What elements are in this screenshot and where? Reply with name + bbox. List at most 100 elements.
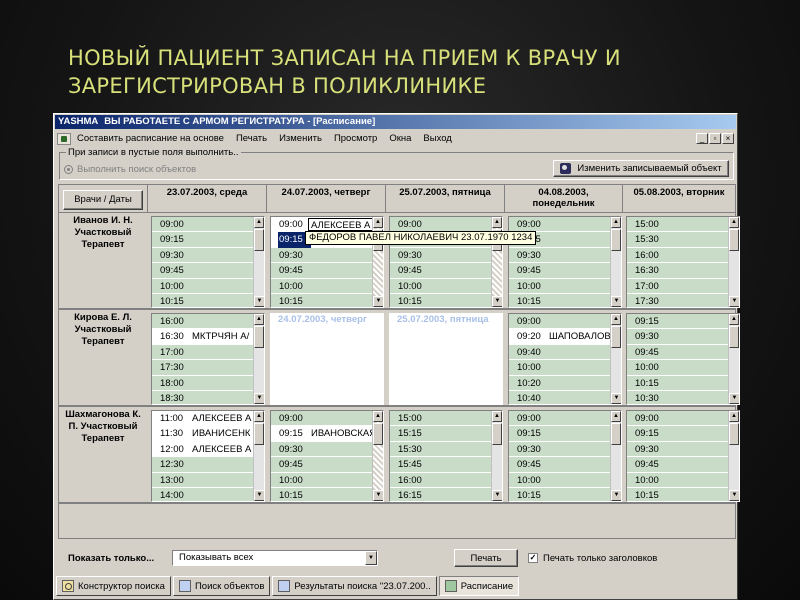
free-slot[interactable]: 15:00	[627, 217, 739, 233]
free-slot[interactable]: 16:15	[390, 487, 502, 501]
slot-scrollbar[interactable]: ▲ ▼	[610, 411, 621, 501]
free-slot[interactable]: 10:00	[271, 278, 383, 294]
free-slot[interactable]: 10:15	[271, 293, 383, 307]
slot-list[interactable]: 09:0009:1509:3009:4510:0010:15▲▼	[508, 410, 622, 502]
slot-list[interactable]: 09:15 09:30 09:45 10:00 10:15 10:30 ▲ ▼	[626, 313, 740, 405]
scroll-up-icon[interactable]: ▲	[492, 411, 502, 422]
free-slot[interactable]: 10:00	[390, 278, 502, 294]
free-slot[interactable]: 10:00	[271, 472, 383, 488]
free-slot[interactable]: 09:30	[271, 441, 383, 458]
free-slot[interactable]: 10:00	[509, 360, 621, 376]
scroll-thumb[interactable]	[729, 423, 739, 445]
menu-item-view[interactable]: Просмотр	[334, 133, 377, 144]
search-objects-radio[interactable]: Выполнить поиск объектов	[64, 164, 196, 175]
free-slot[interactable]: 09:45	[509, 457, 621, 473]
free-slot[interactable]: 09:30	[271, 247, 383, 264]
booked-slot[interactable]: 11:30 ИВАНИСЕНК	[152, 426, 264, 442]
free-slot[interactable]: 16:30	[627, 263, 739, 279]
free-slot[interactable]: 09:45	[152, 263, 264, 279]
free-slot[interactable]: 10:15	[271, 487, 383, 501]
scroll-thumb[interactable]	[254, 326, 264, 348]
booked-slot[interactable]: 09:20 ШАПОВАЛОВ	[509, 329, 621, 345]
free-slot[interactable]: 09:00	[509, 411, 621, 427]
free-slot[interactable]: 09:45	[627, 344, 739, 361]
free-slot[interactable]: 15:15	[390, 426, 502, 442]
free-slot[interactable]: 10:00	[152, 278, 264, 294]
free-slot[interactable]: 10:00	[509, 472, 621, 488]
slot-list[interactable]: 15:00 15:15 15:30 15:45 16:00 16:15 ▲ ▼	[389, 410, 503, 502]
booked-slot[interactable]: 09:15 ИВАНОВСКАЯ	[271, 426, 383, 442]
scroll-down-icon[interactable]: ▼	[729, 296, 739, 307]
free-slot[interactable]: 17:00	[627, 278, 739, 294]
free-slot[interactable]: 09:30	[390, 247, 502, 264]
scroll-down-icon[interactable]: ▼	[492, 490, 502, 501]
booked-slot[interactable]: 11:00 АЛЕКСЕЕВ А	[152, 411, 264, 427]
scroll-up-icon[interactable]: ▲	[254, 411, 264, 422]
scroll-up-icon[interactable]: ▲	[729, 217, 739, 228]
tab[interactable]: Расписание	[438, 576, 520, 596]
headers-only-checkbox[interactable]: ✓ Печать только заголовков	[528, 553, 657, 564]
slot-list[interactable]: 16:00 16:30 МКТРЧЯН А/17:00 17:30 18:00 18:30…	[151, 313, 265, 405]
free-slot[interactable]: 09:40	[509, 344, 621, 361]
scroll-up-icon[interactable]: ▲	[729, 314, 739, 325]
restore-button[interactable]: ▫	[709, 133, 721, 144]
free-slot[interactable]: 16:00	[627, 247, 739, 264]
dropdown-arrow-icon[interactable]: ▼	[365, 551, 377, 565]
free-slot[interactable]: 10:00	[509, 278, 621, 294]
scroll-up-icon[interactable]: ▲	[254, 314, 264, 325]
slot-list[interactable]: 09:0009:1509:3009:4510:0010:15▲▼	[151, 216, 265, 308]
scroll-down-icon[interactable]: ▼	[254, 296, 264, 307]
free-slot[interactable]: 10:15	[390, 293, 502, 307]
scroll-thumb[interactable]	[254, 423, 264, 445]
free-slot[interactable]: 09:15	[152, 232, 264, 248]
booked-slot[interactable]: 12:00 АЛЕКСЕЕВ А	[152, 441, 264, 458]
slot-scrollbar[interactable]: ▲ ▼	[610, 217, 621, 307]
free-slot[interactable]: 09:45	[509, 263, 621, 279]
slot-scrollbar[interactable]: ▲ ▼	[253, 217, 264, 307]
scroll-thumb[interactable]	[611, 423, 621, 445]
scroll-thumb[interactable]	[611, 326, 621, 348]
slot-list[interactable]: 09:0009:1509:3009:4510:0010:15▲▼	[389, 216, 503, 308]
filter-combo[interactable]: Показывать всех ▼	[172, 550, 378, 566]
scroll-down-icon[interactable]: ▼	[611, 393, 621, 404]
slot-list[interactable]: 09:00 09:20 ШАПОВАЛОВ 09:40 10:00 10:20 10:40 ▲…	[508, 313, 622, 405]
free-slot[interactable]: 09:00	[627, 411, 739, 427]
free-slot[interactable]: 10:20	[509, 375, 621, 391]
free-slot[interactable]: 10:15	[509, 487, 621, 501]
scroll-up-icon[interactable]: ▲	[254, 217, 264, 228]
window-titlebar[interactable]: YASHMA ВЫ РАБОТАЕТЕ С АРМОМ РЕГИСТРАТУРА…	[55, 115, 736, 129]
free-slot[interactable]: 09:45	[271, 263, 383, 279]
free-slot[interactable]: 10:15	[627, 487, 739, 501]
scroll-down-icon[interactable]: ▼	[373, 296, 383, 307]
slot-list[interactable]: 15:00 15:30 16:00 16:30 17:00 17:30 ▲ ▼	[626, 216, 740, 308]
slot-scrollbar[interactable]: ▲ ▼	[728, 411, 739, 501]
scroll-down-icon[interactable]: ▼	[729, 490, 739, 501]
free-slot[interactable]: 10:00	[627, 360, 739, 376]
checkbox-icon[interactable]: ✓	[528, 553, 538, 563]
free-slot[interactable]: 17:30	[627, 293, 739, 307]
free-slot[interactable]: 10:30	[627, 390, 739, 404]
scroll-up-icon[interactable]: ▲	[729, 411, 739, 422]
menu-item-edit[interactable]: Изменить	[279, 133, 322, 144]
free-slot[interactable]: 10:15	[627, 375, 739, 391]
free-slot[interactable]: 15:30	[390, 441, 502, 458]
scroll-down-icon[interactable]: ▼	[254, 490, 264, 501]
day-header[interactable]: 05.08.2003, вторник	[623, 185, 736, 213]
scroll-thumb[interactable]	[254, 229, 264, 251]
free-slot[interactable]: 13:00	[152, 472, 264, 488]
free-slot[interactable]: 09:15	[627, 314, 739, 330]
slot-list[interactable]: 09:0009:1509:3009:4510:0010:15▲▼	[508, 216, 622, 308]
scroll-down-icon[interactable]: ▼	[729, 393, 739, 404]
free-slot[interactable]: 17:30	[152, 360, 264, 376]
booked-slot[interactable]: 16:30 МКТРЧЯН А/	[152, 329, 264, 345]
scroll-thumb[interactable]	[373, 423, 383, 445]
scroll-thumb[interactable]	[729, 326, 739, 348]
scroll-thumb[interactable]	[611, 229, 621, 251]
menu-item-print[interactable]: Печать	[236, 133, 267, 144]
free-slot[interactable]: 17:00	[152, 344, 264, 361]
free-slot[interactable]: 09:45	[271, 457, 383, 473]
scroll-up-icon[interactable]: ▲	[611, 314, 621, 325]
menu-item-exit[interactable]: Выход	[423, 133, 451, 144]
scroll-thumb[interactable]	[492, 423, 502, 445]
slot-scrollbar[interactable]: ▲ ▼	[491, 411, 502, 501]
